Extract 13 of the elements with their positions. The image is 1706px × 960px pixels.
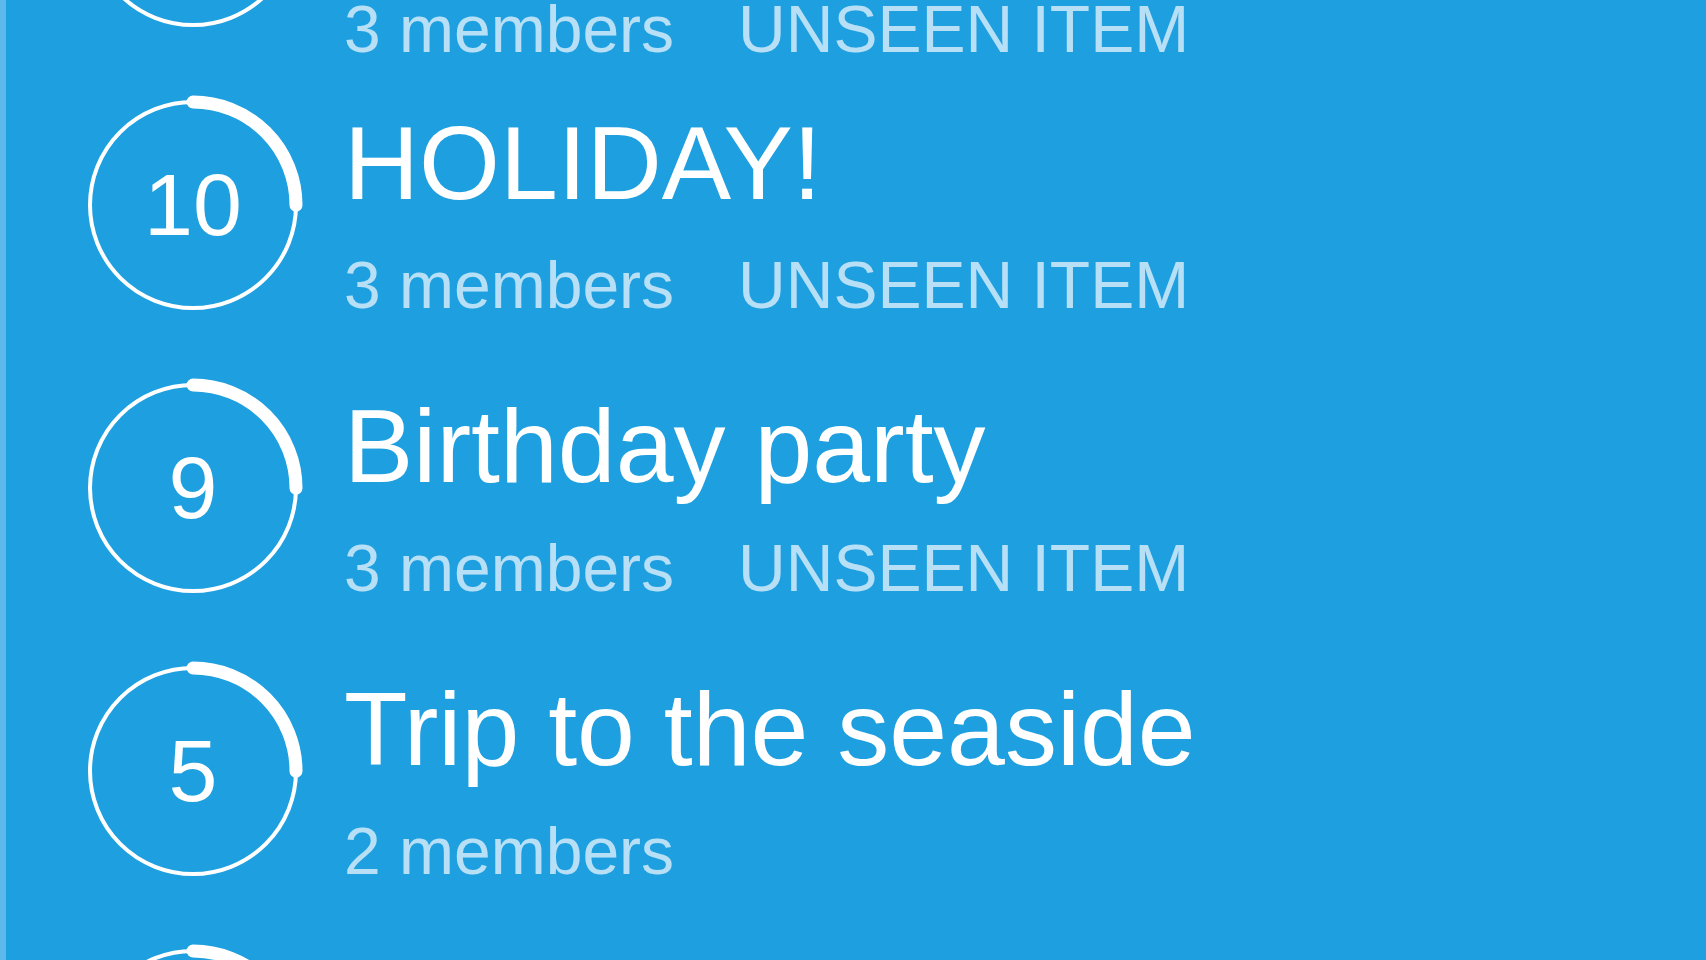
group-title[interactable]: HOLIDAY! xyxy=(344,98,1190,228)
count-label: 10 xyxy=(144,161,242,249)
member-count: 3 members xyxy=(344,0,675,64)
status-label: UNSEEN ITEM xyxy=(738,533,1190,603)
member-count: 3 members xyxy=(344,250,675,320)
status-label: UNSEEN ITEM xyxy=(738,250,1190,320)
status-label: UNSEEN ITEM xyxy=(738,0,1190,64)
member-count: 3 members xyxy=(344,533,675,603)
group-title[interactable]: Birthday party xyxy=(344,381,1190,511)
group-title[interactable]: Trip to the seaside xyxy=(344,664,1196,794)
member-count: 2 members xyxy=(344,816,675,886)
count-label: 9 xyxy=(168,444,218,532)
count-label: 5 xyxy=(168,727,218,815)
